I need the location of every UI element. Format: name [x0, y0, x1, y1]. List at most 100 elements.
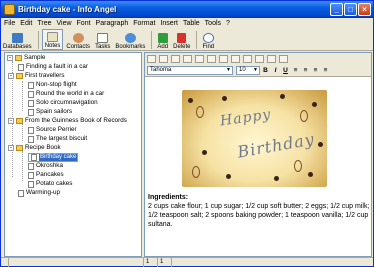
toolbar-separator — [196, 31, 198, 49]
align-left-icon[interactable]: ≡ — [291, 66, 300, 75]
bookmarks-icon — [124, 33, 136, 43]
tree-node[interactable]: Okroshka — [28, 162, 63, 170]
underline-button[interactable]: U — [281, 66, 290, 75]
ingredients-text: 2 cups cake flour; 1 cup sugar; 1/2 cup … — [148, 203, 370, 228]
cake-decoration — [222, 96, 227, 101]
notes-tree[interactable]: - Sample Finding a fault in a car - Firs… — [4, 52, 142, 257]
minimize-button[interactable]: _ — [330, 3, 343, 16]
redo-icon[interactable] — [231, 55, 240, 63]
menu-view[interactable]: View — [56, 20, 71, 27]
tree-node[interactable]: Warming-up — [18, 189, 60, 197]
notes-label: Notes — [44, 43, 61, 49]
close-button[interactable]: × — [358, 3, 371, 16]
new-icon[interactable] — [147, 55, 156, 63]
cake-decoration — [312, 102, 317, 107]
menu-help[interactable]: ? — [226, 20, 230, 27]
tree-node[interactable]: Round the world in a car — [28, 90, 104, 98]
tree-node[interactable]: Pancakes — [28, 171, 64, 179]
status-line: 1 — [144, 258, 158, 267]
ingredients-heading: Ingredients: — [148, 194, 189, 201]
insert-image-icon[interactable] — [243, 55, 252, 63]
menu-file[interactable]: File — [4, 20, 15, 27]
paste-icon[interactable] — [207, 55, 216, 63]
note-icon — [28, 135, 34, 143]
tree-node[interactable]: - Recipe Book — [8, 144, 61, 152]
toolbar-separator — [37, 31, 39, 49]
menu-tree[interactable]: Tree — [37, 20, 51, 27]
status-column: 1 — [158, 258, 172, 267]
font-select[interactable]: Tahoma ▼ — [147, 66, 233, 75]
undo-icon[interactable] — [219, 55, 228, 63]
bookmarks-label: Bookmarks — [115, 44, 146, 50]
note-icon — [28, 99, 34, 107]
collapse-toggle[interactable]: - — [7, 55, 13, 61]
birthday-cake-image: Happy Birthday — [182, 90, 327, 187]
title-bar[interactable]: Birthday cake - Info Angel _ □ × — [1, 1, 373, 18]
justify-icon[interactable]: ≡ — [321, 66, 330, 75]
tasks-icon — [97, 33, 109, 43]
cut-icon[interactable] — [183, 55, 192, 63]
cake-decoration — [300, 110, 308, 122]
note-icon — [28, 180, 34, 188]
collapse-toggle[interactable]: - — [8, 118, 14, 124]
tree-node[interactable]: Finding a fault in a car — [18, 63, 88, 71]
menu-tools[interactable]: Tools — [205, 20, 221, 27]
menu-edit[interactable]: Edit — [20, 20, 32, 27]
collapse-toggle[interactable]: - — [8, 145, 14, 151]
tree-node[interactable]: Non-stop flight — [28, 81, 77, 89]
status-bar: 1 1 — [1, 257, 373, 267]
tasks-button[interactable]: Tasks — [93, 29, 112, 50]
add-icon — [157, 33, 168, 43]
find-button[interactable]: Find — [200, 29, 216, 50]
open-icon[interactable] — [159, 55, 168, 63]
tree-node[interactable]: - First travellers — [8, 72, 65, 80]
note-icon — [28, 90, 34, 98]
tree-node[interactable]: Solo circumnavigation — [28, 99, 98, 107]
size-select[interactable]: 10 ▼ — [236, 66, 260, 75]
tree-node[interactable]: - From the Guinness Book of Records — [8, 117, 127, 125]
cake-text-line2: Birthday — [235, 129, 317, 162]
notes-button[interactable]: Notes — [41, 29, 64, 50]
align-center-icon[interactable]: ≡ — [301, 66, 310, 75]
bold-button[interactable]: B — [261, 66, 270, 75]
folder-icon — [15, 55, 22, 61]
chevron-down-icon: ▼ — [253, 67, 258, 73]
menu-font[interactable]: Font — [77, 20, 91, 27]
cake-decoration — [196, 106, 204, 118]
copy-icon[interactable] — [195, 55, 204, 63]
menu-insert[interactable]: Insert — [160, 20, 178, 27]
note-icon — [31, 154, 37, 161]
delete-button[interactable]: Delete — [171, 29, 192, 50]
tree-node-selected[interactable]: Birthday cake — [28, 153, 79, 162]
collapse-toggle[interactable]: - — [8, 73, 14, 79]
note-icon — [28, 171, 34, 179]
bookmarks-button[interactable]: Bookmarks — [113, 29, 147, 50]
align-right-icon[interactable]: ≡ — [311, 66, 320, 75]
note-icon — [18, 63, 24, 71]
tree-node[interactable]: Source Perrier — [28, 126, 77, 134]
contacts-label: Contacts — [66, 44, 91, 50]
delete-label: Delete — [173, 44, 191, 50]
menu-paragraph[interactable]: Paragraph — [96, 20, 129, 27]
app-icon — [4, 4, 15, 15]
note-editor[interactable]: Tahoma ▼ 10 ▼ B I U ≡ ≡ ≡ ≡ Happy Birthd… — [144, 52, 372, 257]
insert-link-icon[interactable] — [267, 55, 276, 63]
note-icon — [28, 81, 34, 89]
menu-table[interactable]: Table — [183, 20, 200, 27]
tree-node[interactable]: The largest biscuit — [28, 135, 87, 143]
contacts-button[interactable]: Contacts — [64, 29, 92, 50]
menu-format[interactable]: Format — [133, 20, 155, 27]
databases-button[interactable]: Databases — [1, 29, 34, 50]
maximize-button[interactable]: □ — [344, 3, 357, 16]
spell-icon[interactable] — [279, 55, 288, 63]
note-content[interactable]: Ingredients: 2 cups cake flour; 1 cup su… — [148, 193, 370, 229]
add-label: Add — [157, 44, 169, 50]
save-icon[interactable] — [171, 55, 180, 63]
add-button[interactable]: Add — [155, 29, 170, 50]
insert-table-icon[interactable] — [255, 55, 264, 63]
tree-node[interactable]: Potato cakes — [28, 180, 72, 188]
italic-button[interactable]: I — [271, 66, 280, 75]
tree-node-root[interactable]: - Sample — [7, 54, 45, 62]
tree-node[interactable]: Spain sailors — [28, 108, 72, 116]
cake-decoration — [192, 166, 200, 178]
